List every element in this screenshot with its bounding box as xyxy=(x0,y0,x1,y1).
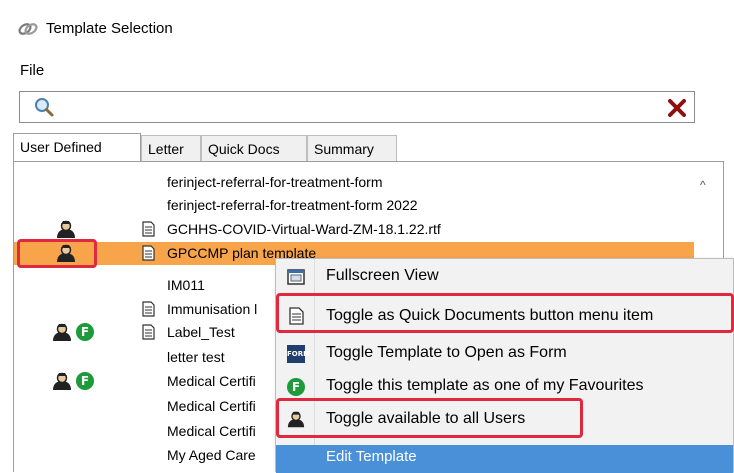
list-item-label: GCHHS-COVID-Virtual-Ward-ZM-18.1.22.rtf xyxy=(167,221,441,237)
list-item-label: Medical Certifi xyxy=(167,423,256,439)
menu-item-label: Toggle this template as one of my Favour… xyxy=(326,377,644,394)
menu-item-edit-template[interactable]: Edit Template xyxy=(276,445,733,473)
context-menu: Fullscreen View Toggle as Quick Document… xyxy=(275,258,734,473)
search-input[interactable] xyxy=(19,91,695,123)
list-item[interactable]: GCHHS-COVID-Virtual-Ward-ZM-18.1.22.rtf xyxy=(14,218,694,241)
favourite-icon: F xyxy=(287,378,305,396)
scroll-up-icon[interactable]: ^ xyxy=(700,178,706,192)
list-item-label: Medical Certifi xyxy=(167,398,256,414)
menu-item-label: Toggle Template to Open as Form xyxy=(326,344,567,361)
menu-item-fullscreen-view[interactable]: Fullscreen View xyxy=(276,259,733,295)
tab-quick-docs[interactable]: Quick Docs xyxy=(201,135,307,162)
document-icon xyxy=(142,221,155,237)
fullscreen-icon xyxy=(287,269,305,285)
favourite-icon: F xyxy=(76,372,94,390)
document-icon xyxy=(142,324,155,340)
list-item-label: ferinject-referral-for-treatment-form 20… xyxy=(167,197,418,213)
tab-letter[interactable]: Letter xyxy=(141,135,201,162)
annotation-box-user-icon xyxy=(17,239,97,268)
document-icon xyxy=(142,301,155,317)
tab-label: Quick Docs xyxy=(208,141,280,157)
menu-file[interactable]: File xyxy=(20,62,44,79)
tab-label: Letter xyxy=(148,141,184,157)
menu-item-label: Fullscreen View xyxy=(326,267,439,284)
list-item[interactable]: ferinject-referral-for-treatment-form xyxy=(14,171,694,194)
tab-label: Summary xyxy=(314,141,374,157)
link-icon xyxy=(18,23,38,35)
list-item-label: letter test xyxy=(167,349,225,365)
window-title: Template Selection xyxy=(46,20,173,37)
form-icon: FORM xyxy=(287,345,310,363)
tab-user-defined[interactable]: User Defined xyxy=(13,133,141,163)
document-icon xyxy=(142,245,155,261)
clear-search-icon[interactable] xyxy=(666,97,688,119)
list-item-label: Immunisation l xyxy=(167,301,258,317)
list-item-label: My Aged Care xyxy=(167,447,256,463)
annotation-box-quick-documents xyxy=(276,293,734,333)
annotation-box-all-users xyxy=(276,398,583,438)
list-item-label: IM011 xyxy=(167,277,205,293)
shared-user-icon xyxy=(57,220,75,238)
list-item-label: Label_Test xyxy=(167,324,235,340)
list-item-label: Medical Certifi xyxy=(167,373,256,389)
menu-item-toggle-open-as-form[interactable]: FORM Toggle Template to Open as Form xyxy=(276,336,733,372)
shared-user-icon xyxy=(53,372,71,390)
tab-summary[interactable]: Summary xyxy=(307,135,397,162)
favourite-icon: F xyxy=(76,323,94,341)
menu-item-highlight: Edit Template xyxy=(276,445,733,473)
search-icon[interactable] xyxy=(33,96,55,118)
tab-label: User Defined xyxy=(20,139,102,155)
list-item-label: ferinject-referral-for-treatment-form xyxy=(167,174,383,190)
list-item[interactable]: ferinject-referral-for-treatment-form 20… xyxy=(14,194,694,217)
menu-item-label: Edit Template xyxy=(326,448,417,465)
shared-user-icon xyxy=(53,323,71,341)
